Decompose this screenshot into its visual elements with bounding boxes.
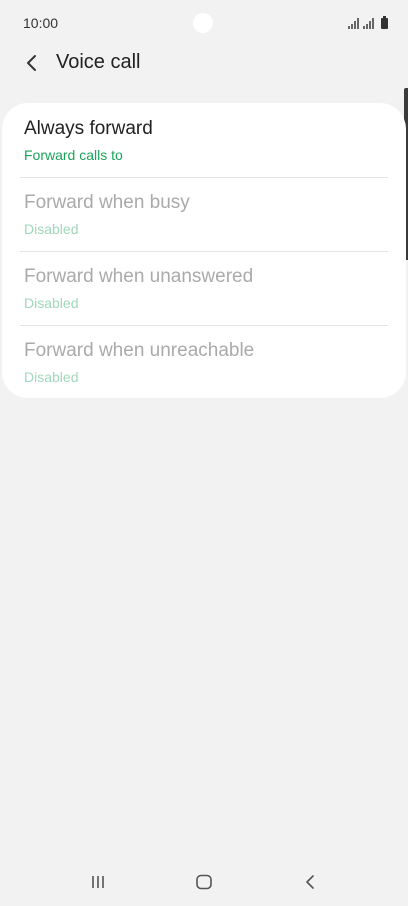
option-always-forward[interactable]: Always forward Forward calls to bbox=[24, 103, 388, 177]
option-title: Forward when busy bbox=[24, 192, 190, 213]
navigation-bar bbox=[0, 858, 408, 906]
nav-back-button[interactable] bbox=[292, 870, 328, 894]
option-forward-when-unanswered[interactable]: Forward when unanswered Disabled bbox=[24, 251, 388, 325]
option-title: Always forward bbox=[24, 118, 153, 139]
option-summary: Disabled bbox=[24, 221, 79, 237]
option-title: Forward when unreachable bbox=[24, 340, 255, 361]
home-icon bbox=[196, 874, 212, 890]
signal-icon-2 bbox=[363, 18, 374, 29]
page-title: Voice call bbox=[56, 51, 141, 73]
chevron-left-icon bbox=[27, 55, 36, 71]
signal-icon bbox=[348, 18, 359, 29]
option-summary: Disabled bbox=[24, 295, 79, 311]
camera-cutout bbox=[193, 13, 213, 33]
status-time: 10:00 bbox=[23, 15, 59, 31]
forwarding-options-card: Always forward Forward calls to Forward … bbox=[2, 103, 406, 398]
recent-apps-icon bbox=[92, 876, 104, 888]
option-forward-when-busy[interactable]: Forward when busy Disabled bbox=[24, 177, 388, 251]
status-icons bbox=[348, 15, 388, 29]
home-button[interactable] bbox=[186, 870, 222, 894]
recent-apps-button[interactable] bbox=[80, 870, 116, 894]
option-title: Forward when unanswered bbox=[24, 266, 254, 287]
option-forward-when-unreachable[interactable]: Forward when unreachable Disabled bbox=[24, 325, 388, 399]
status-bar: 10:00 bbox=[0, 0, 408, 46]
battery-icon bbox=[381, 16, 388, 29]
option-summary: Disabled bbox=[24, 369, 79, 385]
app-bar: Voice call bbox=[0, 44, 408, 84]
back-button[interactable] bbox=[18, 49, 46, 77]
back-icon bbox=[306, 875, 314, 889]
option-summary: Forward calls to bbox=[24, 147, 123, 163]
